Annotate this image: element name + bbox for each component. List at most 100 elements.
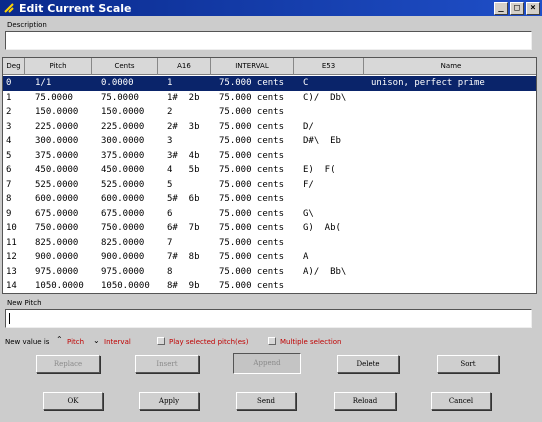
cell-cents: 375.0000: [101, 150, 145, 161]
delete-button[interactable]: Delete: [337, 355, 399, 373]
cell-interval: 75.000 cents: [219, 281, 285, 291]
insert-button[interactable]: Insert: [135, 355, 199, 373]
description-field[interactable]: [5, 31, 532, 50]
pitch-table[interactable]: Deg Pitch Cents A16 INTERVAL E53 Name 01…: [2, 57, 537, 294]
cell-cents: 525.0000: [101, 179, 145, 190]
cell-deg: 1: [6, 92, 12, 103]
multiple-selection-label[interactable]: Multiple selection: [280, 338, 342, 346]
cell-deg: 14: [6, 281, 17, 291]
table-row[interactable]: 12 900.0000 900.0000 7# 8b 75.000 cents A: [3, 250, 536, 265]
cell-pitch: 1050.0000: [35, 281, 84, 291]
cell-a16: 2: [167, 107, 173, 117]
table-row[interactable]: 9 675.0000 675.0000 6 75.000 cents G\: [3, 207, 536, 222]
table-row[interactable]: 2 150.0000 150.0000 2 75.000 cents: [3, 105, 536, 120]
cell-deg: 4: [6, 136, 12, 146]
cell-cents: 750.0000: [101, 223, 145, 233]
radio-interval-icon[interactable]: ⌄: [93, 336, 100, 346]
cell-a16: 5# 6b: [167, 194, 200, 204]
table-row[interactable]: 11 825.0000 825.0000 7 75.000 cents: [3, 236, 536, 251]
cell-interval: 75.000 cents: [219, 150, 285, 161]
radio-interval-label[interactable]: Interval: [104, 338, 131, 346]
play-selected-label[interactable]: Play selected pitch(es): [169, 338, 248, 346]
cell-interval: 75.000 cents: [219, 266, 285, 277]
cell-a16: 9 1b: [167, 294, 217, 295]
cancel-button[interactable]: Cancel: [431, 392, 491, 410]
table-row[interactable]: 7 525.0000 525.0000 5 75.000 cents F/: [3, 178, 536, 193]
cell-name: [371, 236, 536, 251]
cell-e53: D#\ Eb: [303, 136, 341, 146]
table-row[interactable]: 13 975.0000 975.0000 8 75.000 cents A)/ Bb\: [3, 265, 536, 280]
radio-pitch-icon[interactable]: ⌃: [56, 335, 63, 345]
maximize-icon[interactable]: □: [510, 1, 524, 15]
cell-a16: 6: [167, 208, 173, 219]
cell-pitch: 900.0000: [35, 252, 79, 262]
cell-name: [371, 265, 536, 280]
cell-deg: 2: [6, 107, 12, 117]
table-row[interactable]: 5 375.0000 375.0000 3# 4b 75.000 cents: [3, 149, 536, 164]
cell-interval: 75.000 cents: [219, 294, 301, 295]
cell-pitch: 150.0000: [35, 107, 79, 117]
cell-name: unison, perfect prime: [371, 78, 485, 88]
cell-name: [371, 207, 536, 222]
cell-pitch: 1/1: [35, 78, 52, 88]
cell-a16: 6# 7b: [167, 223, 200, 233]
table-row[interactable]: 8 600.0000 600.0000 5# 6b 75.000 cents: [3, 192, 536, 207]
table-row[interactable]: 0 1/1 0.0000 1 75.000 cents Cunison, perfect …: [3, 76, 536, 91]
cell-a16: 5: [167, 179, 173, 190]
new-pitch-field[interactable]: [5, 309, 532, 328]
cell-e53: G\: [303, 208, 314, 219]
window-title: Edit Current Scale: [19, 1, 132, 15]
cell-a16: 7# 8b: [167, 252, 200, 262]
table-row[interactable]: 6 450.0000 450.0000 4 5b 75.000 cents E) F(: [3, 163, 536, 178]
cell-deg: 5: [6, 150, 12, 161]
cell-cents: 825.0000: [101, 237, 145, 248]
table-row[interactable]: 1 75.0000 75.0000 1# 2b 75.000 cents C)/ Db\: [3, 91, 536, 106]
column-header-pitch[interactable]: Pitch: [25, 58, 92, 75]
table-row[interactable]: 10 750.0000 750.0000 6# 7b 75.000 cents G) Ab…: [3, 221, 536, 236]
apply-button[interactable]: Apply: [139, 392, 199, 410]
cell-cents: 1050.0000: [101, 281, 150, 291]
description-label: Description: [7, 21, 47, 29]
close-icon[interactable]: ×: [526, 1, 540, 15]
play-selected-checkbox[interactable]: [157, 337, 165, 345]
table-row[interactable]: 14 1050.0000 1050.0000 8# 9b 75.000 cents: [3, 279, 536, 293]
cell-a16: 7: [167, 237, 173, 248]
table-row[interactable]: 3 225.0000 225.0000 2# 3b 75.000 cents D/: [3, 120, 536, 135]
column-header-name[interactable]: Name: [364, 58, 536, 75]
radio-pitch-label[interactable]: Pitch: [67, 338, 84, 346]
append-button[interactable]: Append: [233, 353, 301, 374]
minimize-icon[interactable]: _: [494, 1, 508, 15]
column-header-e53[interactable]: E53: [294, 58, 364, 75]
column-header-cents[interactable]: Cents: [92, 58, 158, 75]
cell-name: [371, 120, 536, 135]
cell-interval: 75.000 cents: [219, 78, 285, 88]
cell-cents: 900.0000: [101, 252, 145, 262]
cell-a16: 4 5b: [167, 165, 200, 175]
column-header-a16[interactable]: A16: [158, 58, 211, 75]
cell-deg: 13: [6, 266, 17, 277]
column-header-deg[interactable]: Deg: [3, 58, 25, 75]
cell-deg: 10: [6, 223, 17, 233]
new-pitch-label: New Pitch: [7, 299, 42, 307]
cell-cents: 450.0000: [101, 165, 145, 175]
cell-deg: 6: [6, 165, 12, 175]
reload-button[interactable]: Reload: [334, 392, 396, 410]
send-button[interactable]: Send: [236, 392, 296, 410]
cell-e53: [303, 149, 369, 164]
table-row[interactable]: 4 300.0000 300.0000 3 75.000 cents D#\ Eb: [3, 134, 536, 149]
cell-a16: 1# 2b: [167, 92, 200, 103]
multiple-selection-checkbox[interactable]: [268, 337, 276, 345]
cell-name: [371, 105, 536, 120]
ok-button[interactable]: OK: [43, 392, 103, 410]
cell-name: [371, 221, 536, 236]
cell-interval: 75.000 cents: [219, 194, 285, 204]
cell-e53: A: [303, 252, 309, 262]
cell-a16: 8: [167, 266, 173, 277]
replace-button[interactable]: Replace: [36, 355, 100, 373]
table-row[interactable]: 151125.00001125.00009 1b75.000 centsB/ C…: [3, 294, 536, 295]
column-header-interval[interactable]: INTERVAL: [211, 58, 294, 75]
cell-interval: 75.000 cents: [219, 252, 285, 262]
title-bar[interactable]: Edit Current Scale _ □ ×: [0, 0, 542, 16]
cell-a16: 1: [167, 78, 173, 88]
sort-button[interactable]: Sort: [437, 355, 499, 373]
